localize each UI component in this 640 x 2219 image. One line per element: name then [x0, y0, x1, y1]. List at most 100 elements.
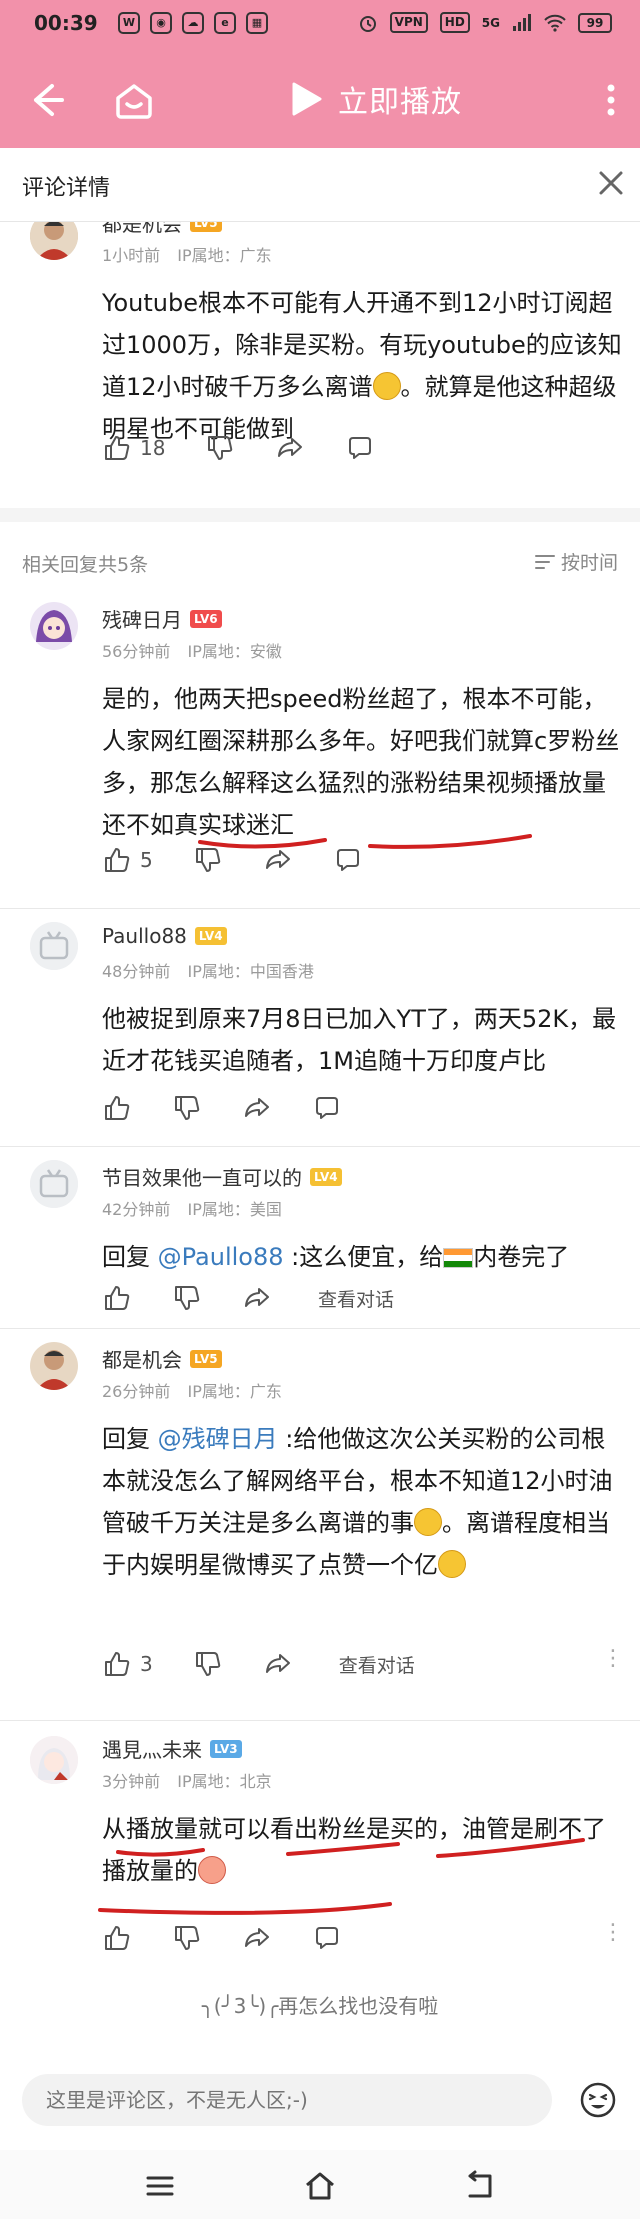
username-row: 残碑日月 LV6	[102, 604, 222, 633]
emoji-picker-button[interactable]	[578, 2080, 618, 2120]
level-badge: LV4	[310, 1167, 342, 1186]
close-icon	[599, 171, 623, 195]
notification-app-icon: e	[214, 12, 236, 34]
comment-time: 48分钟前	[102, 962, 171, 981]
thumbs-down-icon	[175, 1286, 200, 1310]
avatar[interactable]	[30, 222, 78, 260]
comment-actions: 18	[102, 430, 415, 466]
reply-prefix: 回复	[102, 1425, 158, 1453]
home-tv-button[interactable]	[110, 76, 158, 124]
section-divider	[0, 508, 640, 522]
back-button[interactable]	[22, 76, 70, 124]
share-icon	[245, 1288, 269, 1307]
dislike-button[interactable]	[193, 1649, 223, 1679]
alarm-icon	[359, 15, 376, 32]
like-button[interactable]: 5	[102, 845, 153, 875]
like-count: 3	[140, 1652, 153, 1676]
mention-link[interactable]: @残碑日月	[158, 1425, 278, 1453]
comment-time: 1小时前	[102, 246, 161, 265]
avatar[interactable]	[30, 1342, 78, 1390]
share-button[interactable]	[242, 1923, 272, 1953]
thumbs-down-icon	[175, 1096, 200, 1120]
reply-button[interactable]	[312, 1093, 342, 1123]
replies-header: 相关回复共5条 按时间	[0, 522, 640, 602]
dislike-button[interactable]	[172, 1093, 202, 1123]
tv-home-icon	[116, 84, 152, 119]
username[interactable]: Paullo88	[102, 924, 187, 948]
comment-text: 回复 @Paullo88 :这么便宜，给 内卷完了	[102, 1236, 622, 1278]
username-row: 遇見灬未来 LV3	[102, 1734, 242, 1763]
replies-count: 相关回复共5条	[22, 554, 149, 576]
comment-input-bar	[0, 2060, 640, 2140]
share-button[interactable]	[263, 1649, 293, 1679]
avatar[interactable]	[30, 922, 78, 970]
avatar[interactable]	[30, 1160, 78, 1208]
username[interactable]: 都是机会	[102, 222, 182, 237]
view-conversation-link[interactable]: 查看对话	[318, 1285, 394, 1312]
dislike-button[interactable]	[172, 1923, 202, 1953]
laughing-crying-emoji-icon	[438, 1550, 466, 1578]
more-options-button[interactable]: ⋮	[602, 1920, 624, 1945]
play-now-button[interactable]: 立即播放	[290, 74, 462, 124]
share-icon	[278, 438, 303, 457]
dislike-button[interactable]	[193, 845, 223, 875]
reply-button[interactable]	[333, 845, 363, 875]
comment-input[interactable]	[22, 2074, 552, 2126]
username[interactable]: 节目效果他一直可以的	[102, 1162, 302, 1191]
thumbs-down-icon	[195, 1652, 220, 1676]
avatar[interactable]	[30, 1736, 78, 1784]
more-options-button[interactable]: ⋮	[602, 1646, 624, 1671]
share-button[interactable]	[263, 845, 293, 875]
home-button[interactable]	[302, 2168, 338, 2204]
more-options-button[interactable]	[596, 76, 626, 124]
comment-actions: 查看对话	[102, 1280, 394, 1316]
share-button[interactable]	[242, 1093, 272, 1123]
comment-meta: 48分钟前 IP属地：中国香港	[102, 958, 326, 982]
recent-apps-button[interactable]	[142, 2168, 178, 2204]
main-comment: 都是机会 LV5 1小时前 IP属地：广东 Youtube根本不可能有人开通不到…	[0, 222, 640, 508]
comment-bubble-icon	[349, 437, 372, 459]
reply-button[interactable]	[345, 433, 375, 463]
back-nav-button[interactable]	[462, 2168, 498, 2204]
view-conversation-link[interactable]: 查看对话	[339, 1651, 415, 1678]
dislike-button[interactable]	[172, 1283, 202, 1313]
status-bar: 00:39 W ◉ ☁ e ▦ VPN HD 5G 99	[0, 0, 640, 50]
hd-indicator: HD	[439, 12, 470, 33]
level-badge: LV3	[210, 1739, 242, 1758]
comment-text: 他被捉到原来7月8日已加入YT了，两天52K，最近才花钱买追随者，1M追随十万印…	[102, 1005, 617, 1075]
divider	[0, 908, 640, 909]
like-button[interactable]: 3	[102, 1649, 153, 1679]
mention-link[interactable]: @Paullo88	[158, 1243, 284, 1271]
tv-default-avatar-icon	[30, 1160, 78, 1208]
thumbs-up-icon	[105, 1652, 130, 1676]
comment-text-part: :这么便宜，给	[283, 1243, 444, 1271]
share-button[interactable]	[242, 1283, 272, 1313]
share-button[interactable]	[275, 433, 305, 463]
laughing-crying-emoji-icon	[414, 1508, 442, 1536]
close-button[interactable]	[594, 166, 628, 200]
status-time: 00:39	[34, 11, 98, 35]
username[interactable]: 残碑日月	[102, 604, 182, 633]
like-count: 18	[140, 436, 166, 460]
comment-actions	[102, 1920, 382, 1956]
sort-by-time-button[interactable]: 按时间	[534, 548, 618, 575]
reply-button[interactable]	[312, 1923, 342, 1953]
avatar[interactable]	[30, 602, 78, 650]
like-button[interactable]: 18	[102, 433, 165, 463]
reply-item: 残碑日月 LV6 56分钟前 IP属地：安徽 是的，他两天把speed粉丝超了，…	[0, 602, 640, 908]
username[interactable]: 遇見灬未来	[102, 1734, 202, 1763]
like-button[interactable]	[102, 1923, 132, 1953]
like-button[interactable]	[102, 1093, 132, 1123]
like-button[interactable]	[102, 1283, 132, 1313]
comment-actions: 3 查看对话	[102, 1646, 415, 1682]
user-photo-icon	[30, 1342, 78, 1390]
play-icon	[292, 82, 322, 116]
comment-text-part: 内卷完了	[473, 1243, 570, 1271]
thumbs-up-icon	[105, 1926, 130, 1950]
comment-meta: 1小时前 IP属地：广东	[102, 242, 284, 266]
comment-time: 56分钟前	[102, 642, 171, 661]
username[interactable]: 都是机会	[102, 1344, 182, 1373]
dislike-button[interactable]	[205, 433, 235, 463]
comment-time: 42分钟前	[102, 1200, 171, 1219]
laughing-crying-emoji-icon	[372, 372, 401, 400]
